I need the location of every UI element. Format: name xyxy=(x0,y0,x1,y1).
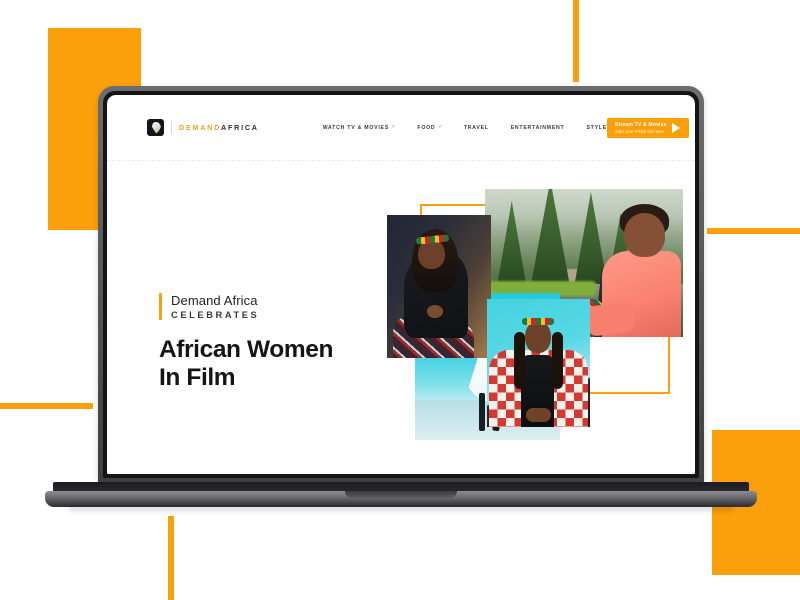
hero-section: Demand Africa CELEBRATES African Women I… xyxy=(107,161,695,474)
brand-divider xyxy=(171,121,172,134)
photo-checkered-jacket[interactable] xyxy=(487,299,590,427)
laptop-shadow xyxy=(69,506,733,513)
eyebrow-lines: Demand Africa CELEBRATES xyxy=(171,293,259,320)
site-header: DEMANDAFRICA WATCH TV & MOVIES ˅ FOOD ˅ xyxy=(107,95,695,161)
nav-label: TRAVEL xyxy=(463,124,489,131)
nav-label: FOOD xyxy=(417,124,436,131)
brand-word-africa: AFRICA xyxy=(221,123,259,132)
laptop-base xyxy=(45,482,757,513)
brand-wordmark: DEMANDAFRICA xyxy=(179,123,259,132)
chevron-down-icon: ˅ xyxy=(391,124,396,130)
nav-label: ENTERTAINMENT xyxy=(510,124,565,131)
cta-text-block: Stream TV & Movies Start your FREE trial… xyxy=(615,122,667,134)
headline-line-1: African Women xyxy=(159,336,334,363)
orange-vertical-bar-top xyxy=(573,0,579,82)
laptop-bezel: DEMANDAFRICA WATCH TV & MOVIES ˅ FOOD ˅ xyxy=(103,91,699,478)
photo-collage xyxy=(387,189,687,459)
demand-africa-logo-icon xyxy=(147,119,164,136)
play-triangle-icon xyxy=(671,122,680,133)
laptop-mockup: DEMANDAFRICA WATCH TV & MOVIES ˅ FOOD ˅ xyxy=(45,86,757,526)
nav-label: STYLE xyxy=(586,124,607,131)
main-navigation: WATCH TV & MOVIES ˅ FOOD ˅ TRAVEL ENTERT… xyxy=(323,125,607,131)
nav-item-food[interactable]: FOOD ˅ xyxy=(417,125,441,131)
laptop-lid: DEMANDAFRICA WATCH TV & MOVIES ˅ FOOD ˅ xyxy=(98,86,704,485)
brand-word-demand: DEMAND xyxy=(179,123,222,132)
nav-item-style[interactable]: STYLE xyxy=(586,125,606,131)
hero-eyebrow: Demand Africa CELEBRATES xyxy=(159,293,409,320)
laptop-front-notch xyxy=(345,491,457,498)
photo-dark-portrait[interactable] xyxy=(387,215,491,358)
nav-item-travel[interactable]: TRAVEL xyxy=(464,125,489,131)
headline-line-2: In Film xyxy=(159,364,236,392)
accent-bar xyxy=(159,293,162,320)
hero-copy-block: Demand Africa CELEBRATES African Women I… xyxy=(159,293,409,393)
nav-item-entertainment[interactable]: ENTERTAINMENT xyxy=(511,125,565,131)
scene-canvas: DEMANDAFRICA WATCH TV & MOVIES ˅ FOOD ˅ xyxy=(0,0,800,600)
laptop-screen: DEMANDAFRICA WATCH TV & MOVIES ˅ FOOD ˅ xyxy=(107,95,695,474)
orange-vertical-bar-bottom xyxy=(168,516,174,600)
chevron-down-icon: ˅ xyxy=(438,124,442,130)
nav-label: WATCH TV & MOVIES xyxy=(322,124,389,131)
brand-logo[interactable]: DEMANDAFRICA xyxy=(147,119,259,136)
nav-item-watch-tv-and-movies[interactable]: WATCH TV & MOVIES ˅ xyxy=(323,125,396,131)
eyebrow-subtitle: CELEBRATES xyxy=(171,310,260,320)
cta-secondary-label: Start your FREE trial now xyxy=(614,128,664,134)
cta-primary-label: Stream TV & Movies xyxy=(614,121,667,128)
page-title: African Women In Film xyxy=(159,336,409,393)
eyebrow-title: Demand Africa xyxy=(171,293,258,308)
stream-cta-button[interactable]: Stream TV & Movies Start your FREE trial… xyxy=(606,117,689,138)
